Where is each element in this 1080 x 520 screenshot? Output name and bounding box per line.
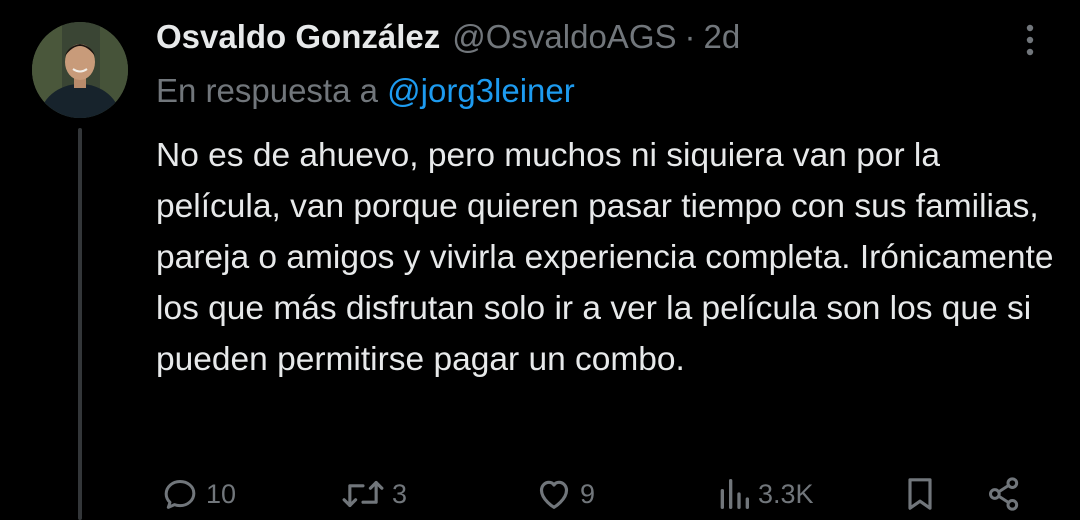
separator-dot: ·	[684, 18, 696, 55]
avatar-image	[32, 22, 128, 118]
bookmark-button[interactable]	[900, 468, 940, 520]
retweet-button[interactable]: 3	[340, 468, 407, 520]
reply-mention-link[interactable]: @jorg3leiner	[387, 72, 575, 109]
avatar[interactable]	[32, 22, 128, 118]
more-icon	[1026, 24, 1034, 56]
retweet-count: 3	[392, 478, 408, 509]
thread-line	[78, 128, 82, 520]
views-count: 3.3K	[758, 478, 814, 509]
retweet-icon	[342, 480, 384, 508]
reply-prefix: En respuesta a	[156, 72, 378, 109]
more-button[interactable]	[1018, 22, 1042, 58]
heart-icon	[539, 480, 569, 509]
action-bar: 10 3 9 3.3K	[0, 468, 1080, 520]
like-button[interactable]: 9	[534, 468, 595, 520]
author-name[interactable]: Osvaldo González	[156, 18, 440, 56]
reply-icon	[164, 480, 196, 509]
author-handle[interactable]: @OsvaldoAGS	[452, 18, 676, 56]
share-button[interactable]	[984, 468, 1024, 520]
reply-button[interactable]: 10	[160, 468, 236, 520]
bookmark-icon	[908, 478, 932, 510]
like-count: 9	[580, 478, 596, 509]
views-button[interactable]: 3.3K	[716, 468, 814, 520]
share-icon	[989, 477, 1019, 511]
timestamp[interactable]: 2d	[704, 18, 741, 56]
reply-context: En respuesta a @jorg3leiner	[156, 72, 575, 110]
views-icon	[720, 479, 749, 509]
tweet-header: Osvaldo González @OsvaldoAGS · 2d	[156, 14, 740, 60]
reply-count: 10	[206, 478, 237, 509]
tweet-text: No es de ahuevo, pero muchos ni siquiera…	[156, 137, 1054, 378]
